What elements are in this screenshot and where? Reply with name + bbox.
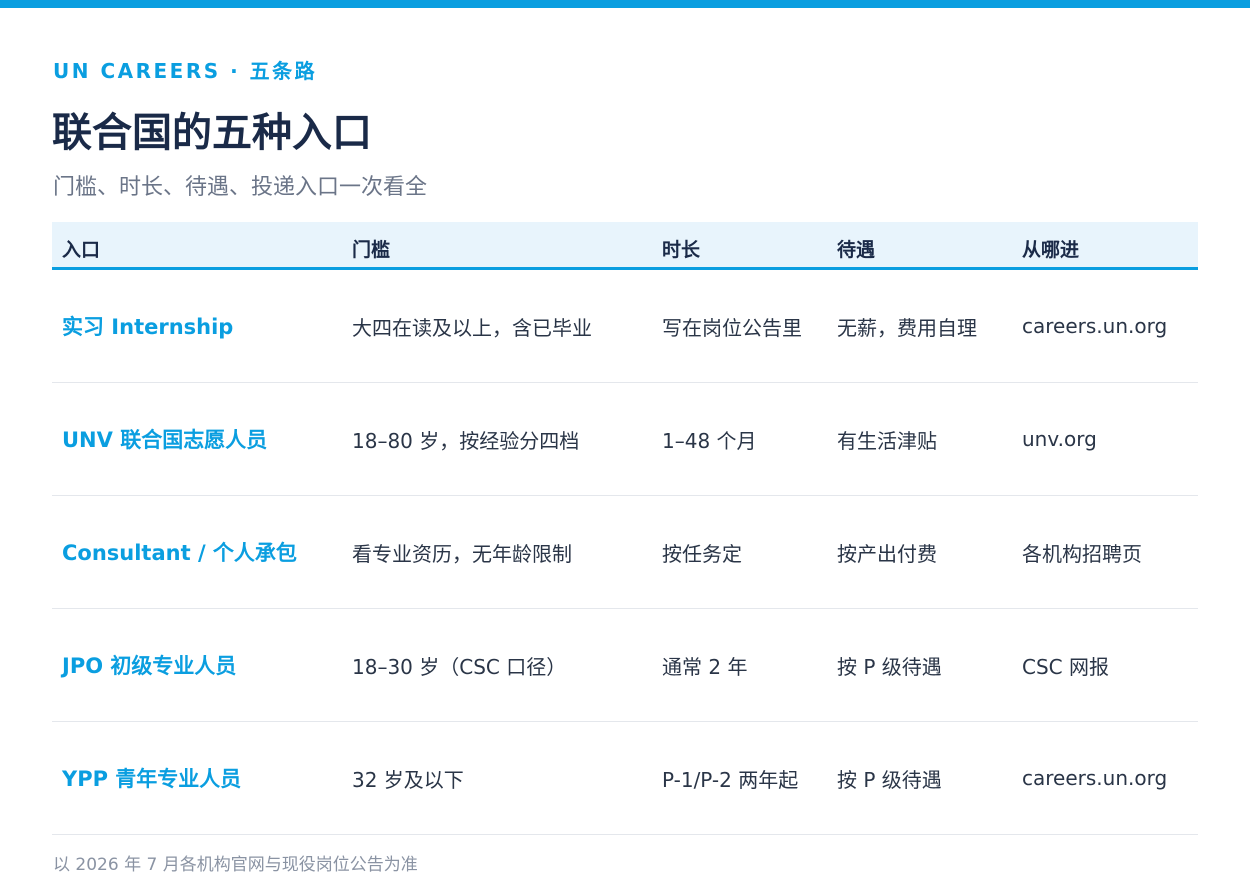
page-title: 联合国的五种入口 [52,110,372,156]
compensation-cell: 按产出付费 [837,541,937,566]
page-subtitle: 门槛、时长、待遇、投递入口一次看全 [53,175,428,200]
duration-cell: 写在岗位公告里 [662,315,802,340]
entry-name: UNV 联合国志愿人员 [62,428,268,452]
entry-name: Consultant / 个人承包 [62,541,297,565]
threshold-cell: 18–30 岁（CSC 口径） [352,654,567,679]
duration-cell: 按任务定 [662,541,742,566]
compensation-cell: 按 P 级待遇 [837,767,942,792]
apply-source-cell: CSC 网报 [1022,654,1109,679]
column-header-entry: 入口 [62,239,101,261]
entry-name: JPO 初级专业人员 [62,654,237,678]
table-row: JPO 初级专业人员 18–30 岁（CSC 口径） 通常 2 年 按 P 级待… [52,609,1198,722]
column-header-threshold: 门槛 [352,239,391,261]
duration-cell: P-1/P-2 两年起 [662,767,799,792]
table-row: 实习 Internship 大四在读及以上，含已毕业 写在岗位公告里 无薪，费用… [52,270,1198,383]
apply-source-cell: 各机构招聘页 [1022,541,1142,566]
entry-name: 实习 Internship [62,315,234,339]
column-header-where-to-apply: 从哪进 [1022,239,1080,261]
threshold-cell: 32 岁及以下 [352,767,464,792]
top-accent-bar [0,0,1250,8]
duration-cell: 1–48 个月 [662,428,757,453]
entry-name: YPP 青年专业人员 [62,767,242,791]
eyebrow-label: UN CAREERS · 五条路 [53,59,318,83]
table-header: 入口 门槛 时长 待遇 从哪进 [52,222,1198,270]
table-row: UNV 联合国志愿人员 18–80 岁，按经验分四档 1–48 个月 有生活津贴… [52,383,1198,496]
compensation-cell: 有生活津贴 [837,428,937,453]
compensation-cell: 按 P 级待遇 [837,654,942,679]
column-header-duration: 时长 [662,239,701,261]
source-footnote: 以 2026 年 7 月各机构官网与现役岗位公告为准 [53,855,418,875]
table-row: YPP 青年专业人员 32 岁及以下 P-1/P-2 两年起 按 P 级待遇 c… [52,722,1198,835]
column-header-compensation: 待遇 [837,239,876,261]
table-row: Consultant / 个人承包 看专业资历，无年龄限制 按任务定 按产出付费… [52,496,1198,609]
apply-source-cell: careers.un.org [1022,314,1168,338]
apply-source-cell: careers.un.org [1022,766,1168,790]
comparison-table: 入口 门槛 时长 待遇 从哪进 实习 Internship 大四在读及以上，含已… [52,222,1198,835]
threshold-cell: 看专业资历，无年龄限制 [352,541,572,566]
threshold-cell: 大四在读及以上，含已毕业 [352,315,592,340]
apply-source-cell: unv.org [1022,427,1097,451]
compensation-cell: 无薪，费用自理 [837,315,977,340]
threshold-cell: 18–80 岁，按经验分四档 [352,428,580,453]
duration-cell: 通常 2 年 [662,654,748,679]
